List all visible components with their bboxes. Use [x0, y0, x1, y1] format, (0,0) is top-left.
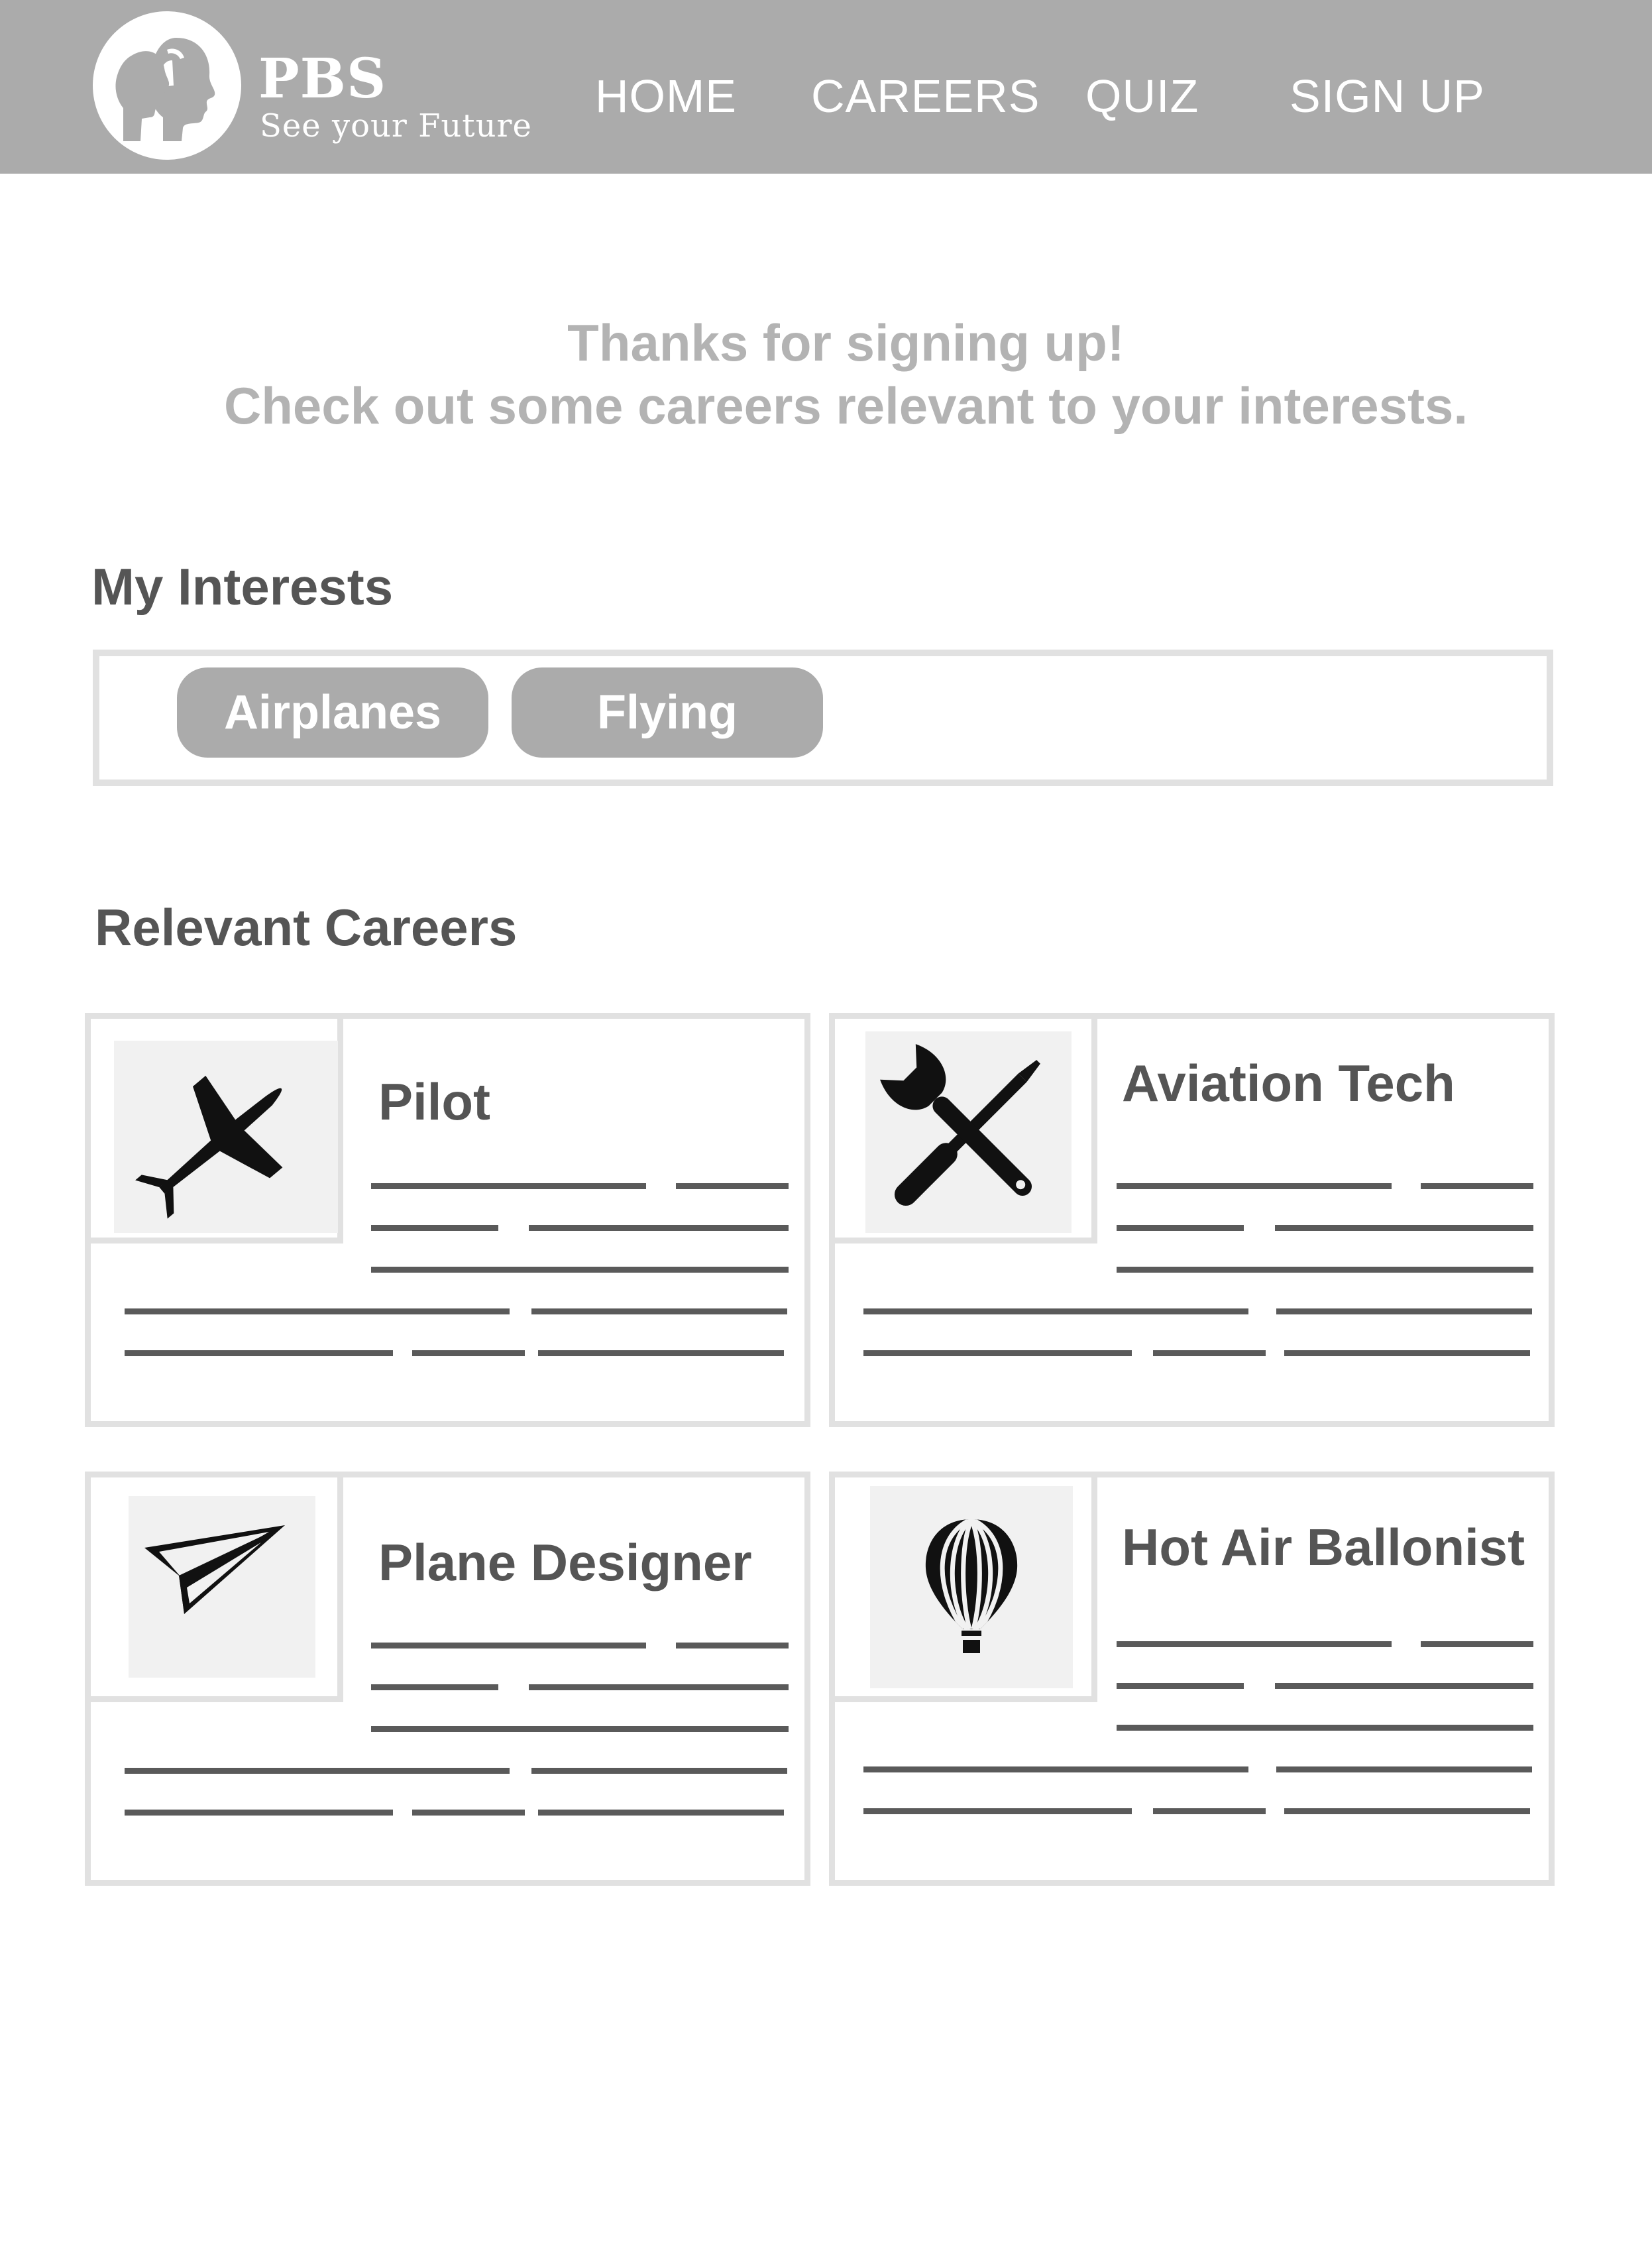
- nav-sign-up[interactable]: SIGN UP: [1290, 73, 1485, 119]
- top-nav-bar: PBS See your Future HOME CAREERS QUIZ SI…: [0, 0, 1652, 174]
- career-card-hot-air-ballonist[interactable]: Hot Air Ballonist: [829, 1472, 1555, 1886]
- intro-thanks: Thanks for signing up!: [567, 314, 1125, 372]
- pbs-logo[interactable]: [93, 11, 241, 160]
- pbs-heads-icon: [115, 38, 215, 142]
- placeholder-line: [1284, 1350, 1530, 1356]
- placeholder-line: [1117, 1225, 1244, 1231]
- placeholder-line: [529, 1684, 789, 1690]
- placeholder-line: [529, 1225, 789, 1231]
- placeholder-line: [125, 1350, 393, 1356]
- placeholder-line: [1275, 1683, 1533, 1689]
- brand-tagline: See your Future: [260, 107, 532, 145]
- career-title: Aviation Tech: [1122, 1054, 1455, 1112]
- nav-careers[interactable]: CAREERS: [811, 73, 1040, 119]
- placeholder-line: [676, 1643, 789, 1648]
- placeholder-line: [1276, 1766, 1532, 1772]
- placeholder-line: [412, 1810, 525, 1816]
- placeholder-line: [1276, 1308, 1532, 1314]
- placeholder-line: [125, 1810, 393, 1816]
- placeholder-line: [1421, 1183, 1533, 1189]
- placeholder-line: [1153, 1808, 1266, 1814]
- nav-home[interactable]: HOME: [595, 73, 737, 119]
- placeholder-line: [1117, 1641, 1392, 1647]
- placeholder-line: [863, 1808, 1132, 1814]
- placeholder-line: [371, 1183, 646, 1189]
- placeholder-line: [1117, 1183, 1392, 1189]
- placeholder-line: [538, 1350, 784, 1356]
- paper-plane-icon: [129, 1496, 315, 1678]
- placeholder-line: [531, 1308, 787, 1314]
- wrench-screwdriver-icon: [865, 1031, 1072, 1233]
- placeholder-line: [371, 1267, 789, 1273]
- placeholder-line: [531, 1768, 787, 1774]
- career-title: Plane Designer: [378, 1533, 752, 1591]
- career-card-pilot[interactable]: Pilot: [85, 1013, 810, 1427]
- placeholder-line: [371, 1643, 646, 1648]
- airplane-icon: [114, 1041, 338, 1233]
- placeholder-line: [538, 1810, 784, 1816]
- placeholder-line: [1275, 1225, 1533, 1231]
- hot-air-balloon-icon: [870, 1486, 1073, 1688]
- placeholder-line: [1117, 1683, 1244, 1689]
- placeholder-line: [371, 1684, 498, 1690]
- interest-tag-airplanes[interactable]: Airplanes: [177, 667, 488, 758]
- placeholder-line: [1117, 1267, 1533, 1273]
- career-card-plane-designer[interactable]: Plane Designer: [85, 1472, 810, 1886]
- nav-quiz[interactable]: QUIZ: [1085, 73, 1199, 119]
- placeholder-line: [125, 1768, 510, 1774]
- career-title: Pilot: [378, 1072, 490, 1131]
- brand-name: PBS: [258, 47, 387, 111]
- placeholder-line: [412, 1350, 525, 1356]
- placeholder-line: [1284, 1808, 1530, 1814]
- placeholder-line: [863, 1766, 1248, 1772]
- placeholder-line: [125, 1308, 510, 1314]
- placeholder-line: [863, 1350, 1132, 1356]
- career-card-aviation-tech[interactable]: Aviation Tech: [829, 1013, 1555, 1427]
- placeholder-line: [371, 1225, 498, 1231]
- placeholder-line: [863, 1308, 1248, 1314]
- placeholder-line: [1153, 1350, 1266, 1356]
- placeholder-line: [1117, 1725, 1533, 1731]
- relevant-careers-heading: Relevant Careers: [95, 898, 518, 956]
- placeholder-line: [676, 1183, 789, 1189]
- my-interests-heading: My Interests: [91, 557, 394, 616]
- career-title: Hot Air Ballonist: [1122, 1518, 1525, 1576]
- interest-tag-flying[interactable]: Flying: [512, 667, 823, 758]
- placeholder-line: [1421, 1641, 1533, 1647]
- intro-subtitle: Check out some careers relevant to your …: [223, 376, 1468, 435]
- placeholder-line: [371, 1726, 789, 1732]
